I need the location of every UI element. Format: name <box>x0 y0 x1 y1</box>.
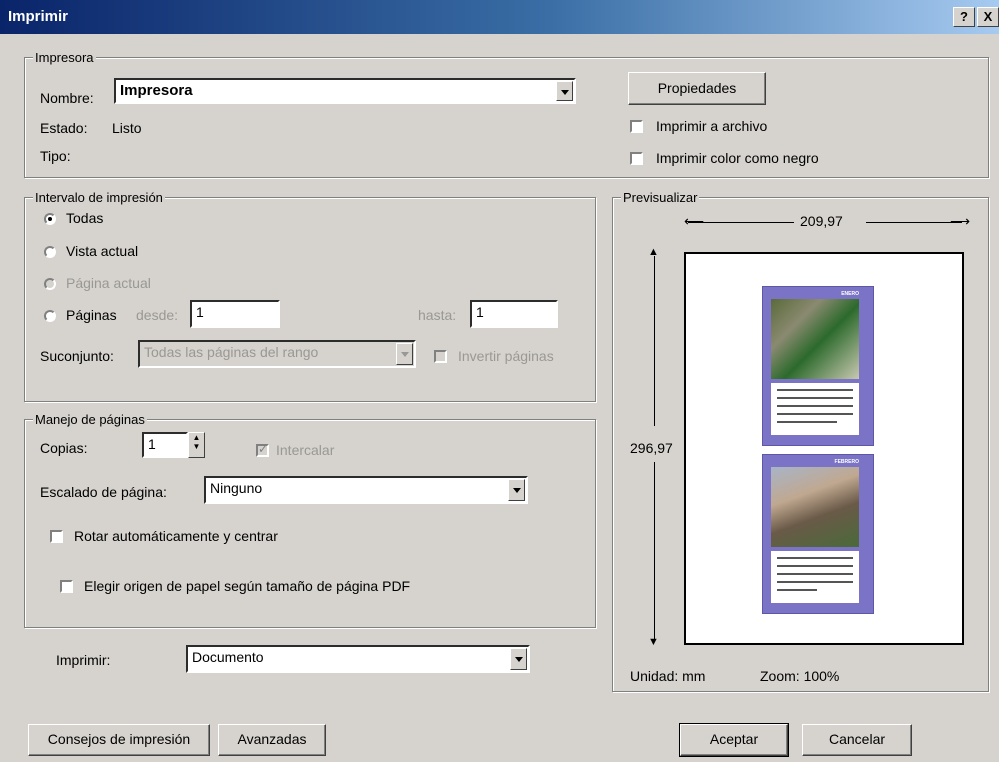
print-range-legend: Intervalo de impresión <box>33 190 165 205</box>
print-to-file-label: Imprimir a archivo <box>656 118 768 134</box>
close-button[interactable]: X <box>977 7 999 27</box>
print-what-value: Documento <box>192 649 264 665</box>
range-current-view-radio[interactable] <box>44 246 56 258</box>
arrow-right-icon: ⟶ <box>950 213 971 229</box>
calendar-page-1: ENERO <box>762 286 874 446</box>
printer-name-select[interactable]: Impresora <box>114 78 576 104</box>
print-range-group: Intervalo de impresión <box>24 190 596 402</box>
preview-zoom: Zoom: 100% <box>760 668 840 684</box>
scaling-label: Escalado de página: <box>40 484 167 500</box>
printer-group-legend: Impresora <box>33 50 96 65</box>
printer-name-label: Nombre: <box>40 90 94 106</box>
calendar-month-2: FEBRERO <box>834 459 859 465</box>
ok-button[interactable]: Aceptar <box>679 723 789 757</box>
type-label: Tipo: <box>40 148 71 164</box>
from-input[interactable]: 1 <box>190 300 280 328</box>
properties-button[interactable]: Propiedades <box>628 72 766 105</box>
help-button[interactable]: ? <box>953 7 975 27</box>
chevron-down-icon[interactable] <box>396 343 413 365</box>
range-all-radio[interactable] <box>44 213 56 225</box>
range-all-label: Todas <box>66 210 104 226</box>
height-dimension-line-bottom <box>654 462 655 640</box>
copies-spinner[interactable]: ▲ ▼ <box>188 432 205 458</box>
chevron-down-icon[interactable] <box>510 648 527 670</box>
collate-checkbox[interactable]: ✓ <box>256 442 269 457</box>
preview-width: 209,97 <box>800 213 843 229</box>
printer-group: Impresora <box>24 50 989 178</box>
advanced-button[interactable]: Avanzadas <box>218 724 326 756</box>
subset-select[interactable]: Todas las páginas del rango <box>138 340 416 368</box>
range-current-view-label: Vista actual <box>66 243 139 259</box>
chevron-down-icon[interactable] <box>508 479 525 501</box>
print-color-black-label: Imprimir color como negro <box>656 150 819 166</box>
auto-rotate-label: Rotar automáticamente y centrar <box>74 528 278 544</box>
status-value: Listo <box>112 120 142 136</box>
preview-legend: Previsualizar <box>621 190 700 205</box>
print-what-select[interactable]: Documento <box>186 645 530 673</box>
paper-source-checkbox[interactable] <box>60 580 73 593</box>
print-color-black-checkbox[interactable] <box>630 152 643 165</box>
range-pages-radio[interactable] <box>44 310 56 322</box>
page-handling-legend: Manejo de páginas <box>33 412 147 427</box>
print-to-file-checkbox[interactable] <box>630 120 643 133</box>
subset-value: Todas las páginas del rango <box>144 344 319 360</box>
title-bar[interactable]: Imprimir ? X <box>0 0 999 34</box>
auto-rotate-checkbox[interactable] <box>50 530 63 543</box>
calendar-photo-1 <box>771 299 859 379</box>
arrow-up-icon: ▲ <box>648 246 659 258</box>
preview-unit: Unidad: mm <box>630 668 706 684</box>
range-current-page-label: Página actual <box>66 275 151 291</box>
reverse-pages-checkbox[interactable] <box>434 350 447 363</box>
calendar-grid-2 <box>771 551 859 603</box>
copies-input[interactable]: 1 <box>142 432 188 458</box>
spin-up-icon[interactable]: ▲ <box>189 433 204 442</box>
print-what-label: Imprimir: <box>56 652 111 668</box>
chevron-down-icon[interactable] <box>556 81 573 101</box>
calendar-photo-2 <box>771 467 859 547</box>
range-current-page-radio[interactable] <box>44 278 56 290</box>
arrow-down-icon: ▼ <box>648 636 659 648</box>
scaling-value: Ninguno <box>210 480 263 496</box>
spin-down-icon[interactable]: ▼ <box>189 442 204 451</box>
height-dimension-line-top <box>654 256 655 426</box>
window-title: Imprimir <box>8 8 69 25</box>
preview-page: ENERO FEBRERO <box>684 252 964 645</box>
printer-name-value: Impresora <box>120 82 193 99</box>
subset-label: Suconjunto: <box>40 348 114 364</box>
copies-label: Copias: <box>40 440 88 456</box>
calendar-grid-1 <box>771 383 859 435</box>
cancel-button[interactable]: Cancelar <box>802 724 912 756</box>
collate-label: Intercalar <box>276 442 335 458</box>
paper-source-label: Elegir origen de papel según tamaño de p… <box>84 578 411 594</box>
calendar-month-1: ENERO <box>841 291 859 297</box>
to-input[interactable]: 1 <box>470 300 558 328</box>
print-tips-button[interactable]: Consejos de impresión <box>28 724 210 756</box>
arrow-left-icon: ⟵ <box>684 213 705 229</box>
width-dimension-line-right <box>866 222 962 223</box>
reverse-pages-label: Invertir páginas <box>458 348 554 364</box>
status-label: Estado: <box>40 120 88 136</box>
checkmark-icon: ✓ <box>258 442 269 456</box>
calendar-page-2: FEBRERO <box>762 454 874 614</box>
range-pages-label: Páginas <box>66 307 117 323</box>
preview-height: 296,97 <box>630 440 673 456</box>
to-label: hasta: <box>418 307 457 323</box>
scaling-select[interactable]: Ninguno <box>204 476 528 504</box>
from-label: desde: <box>136 307 179 323</box>
